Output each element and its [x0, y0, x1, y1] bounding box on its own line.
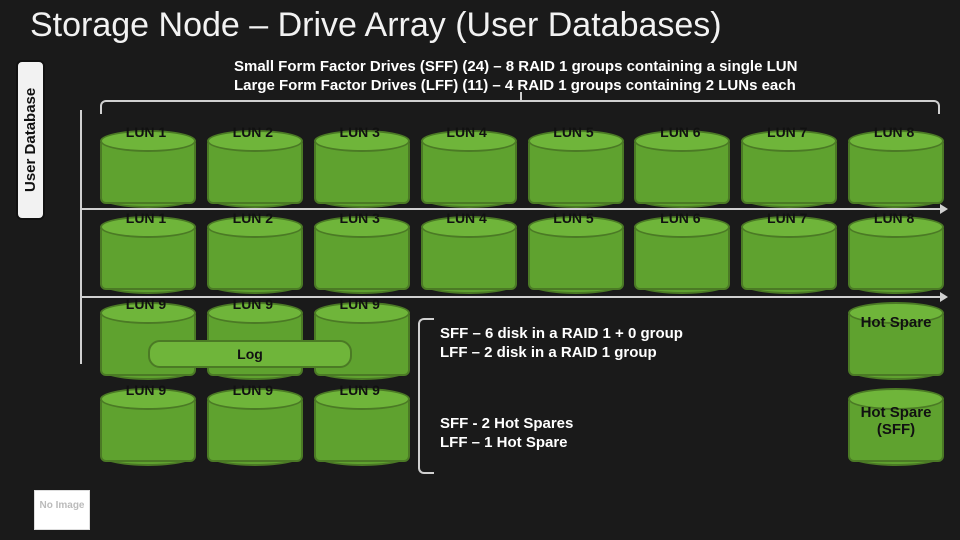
- lun-cylinder: LUN 9: [100, 388, 192, 466]
- lun-cylinder: LUN 8: [848, 216, 940, 294]
- hotspare2-line2: (SFF): [846, 421, 946, 438]
- lun-label: LUN 9: [100, 382, 192, 398]
- raid-note-line2: LFF – 2 disk in a RAID 1 group: [440, 344, 683, 363]
- lun-label: LUN 9: [207, 296, 299, 312]
- lun-cylinder: LUN 2: [207, 216, 299, 294]
- lun-label: LUN 2: [207, 124, 299, 140]
- y-axis-label: User Database: [16, 60, 45, 220]
- lun-cylinder: LUN 3: [314, 216, 406, 294]
- lun-label: LUN 9: [314, 296, 406, 312]
- lun-label: LUN 7: [741, 210, 833, 226]
- lun-label: LUN 5: [528, 210, 620, 226]
- lun-cylinder: LUN 6: [634, 130, 726, 208]
- lun-cylinder: LUN 9: [207, 388, 299, 466]
- lun-cylinder: LUN 1: [100, 130, 192, 208]
- lun-label: LUN 2: [207, 210, 299, 226]
- lun-cylinder: LUN 7: [741, 216, 833, 294]
- lun-label: LUN 9: [100, 296, 192, 312]
- hotspare-label-1: Hot Spare: [846, 314, 946, 331]
- spare-note-line1: SFF - 2 Hot Spares: [440, 415, 573, 434]
- connector-vertical: [80, 110, 82, 364]
- lun-cylinder: LUN 1: [100, 216, 192, 294]
- lun-label: LUN 4: [421, 210, 513, 226]
- lun-cylinder: LUN 6: [634, 216, 726, 294]
- lun-cylinder: LUN 2: [207, 130, 299, 208]
- lun-label: LUN 7: [741, 124, 833, 140]
- lun-label: LUN 8: [848, 124, 940, 140]
- hotspare2-line1: Hot Spare: [846, 404, 946, 421]
- lun-cylinder: LUN 4: [421, 216, 513, 294]
- subtitle-line1: Small Form Factor Drives (SFF) (24) – 8 …: [234, 58, 797, 77]
- subtitle: Small Form Factor Drives (SFF) (24) – 8 …: [234, 58, 797, 96]
- lun-label: LUN 1: [100, 210, 192, 226]
- lun-cylinder: LUN 5: [528, 216, 620, 294]
- lun-cylinder: LUN 4: [421, 130, 513, 208]
- notes-bracket: [418, 318, 434, 474]
- top-bracket: [100, 100, 940, 114]
- hotspare-label-2: Hot Spare (SFF): [846, 404, 946, 438]
- raid-note-line1: SFF – 6 disk in a RAID 1 + 0 group: [440, 325, 683, 344]
- spare-note: SFF - 2 Hot Spares LFF – 1 Hot Spare: [440, 415, 573, 453]
- lun-label: LUN 6: [634, 210, 726, 226]
- lun-label: LUN 9: [207, 382, 299, 398]
- lun-label: LUN 5: [528, 124, 620, 140]
- lun-cylinder: LUN 8: [848, 130, 940, 208]
- lun-label: LUN 3: [314, 210, 406, 226]
- lun-row-1: LUN 1 LUN 2 LUN 3 LUN 4 LUN 5 LUN 6 LUN …: [100, 216, 940, 294]
- lun-label: LUN 1: [100, 124, 192, 140]
- lun-label: LUN 8: [848, 210, 940, 226]
- lun-cylinder: LUN 3: [314, 130, 406, 208]
- lun-label: LUN 6: [634, 124, 726, 140]
- lun-label: LUN 9: [314, 382, 406, 398]
- lun-cylinder: LUN 5: [528, 130, 620, 208]
- lun-label: LUN 3: [314, 124, 406, 140]
- subtitle-line2: Large Form Factor Drives (LFF) (11) – 4 …: [234, 77, 797, 96]
- page-title: Storage Node – Drive Array (User Databas…: [30, 6, 722, 45]
- lun-label: LUN 4: [421, 124, 513, 140]
- lun-cylinder: LUN 9: [314, 388, 406, 466]
- spare-note-line2: LFF – 1 Hot Spare: [440, 434, 573, 453]
- log-badge: Log: [148, 340, 352, 368]
- lun-row-0: LUN 1 LUN 2 LUN 3 LUN 4 LUN 5 LUN 6 LUN …: [100, 130, 940, 208]
- no-image-placeholder: No Image: [34, 490, 90, 530]
- lun-cylinder: LUN 7: [741, 130, 833, 208]
- raid-note: SFF – 6 disk in a RAID 1 + 0 group LFF –…: [440, 325, 683, 363]
